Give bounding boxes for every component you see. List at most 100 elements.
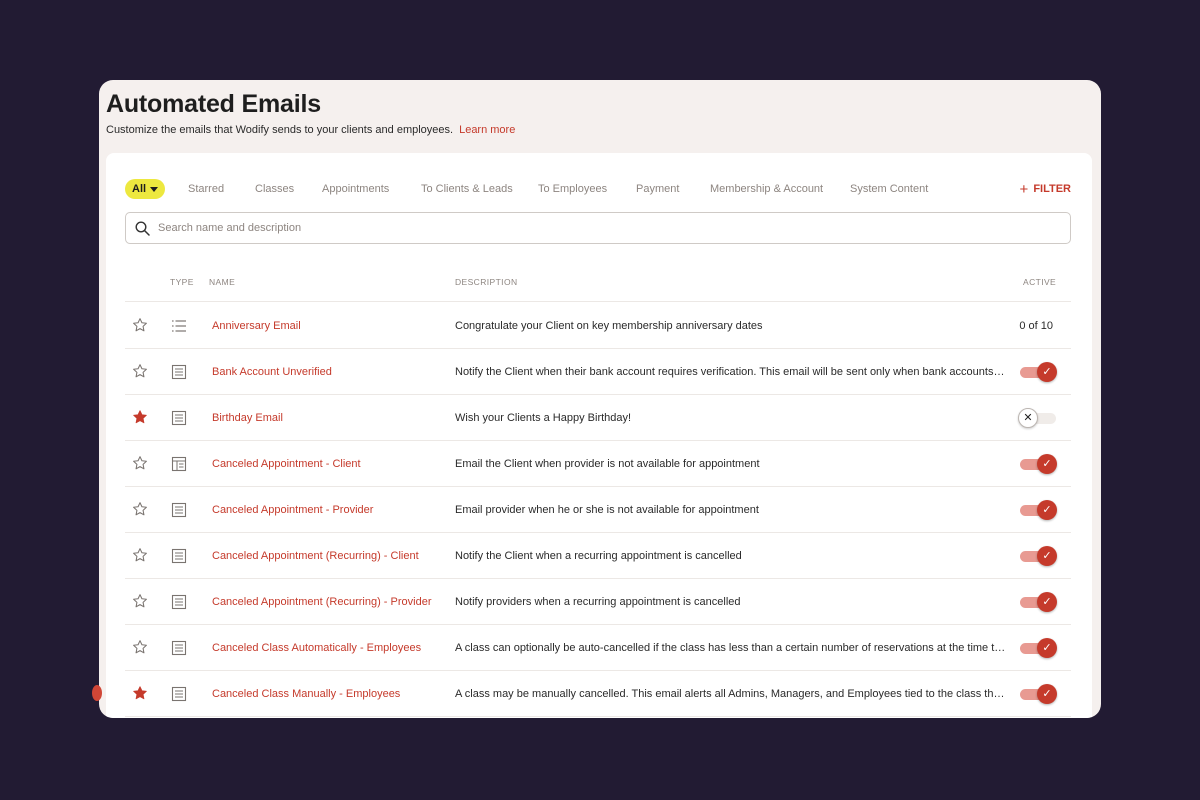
active-toggle[interactable]: ✓ xyxy=(1018,454,1058,474)
document-icon xyxy=(171,502,187,523)
toggle-knob: ✓ xyxy=(1037,684,1057,704)
active-toggle[interactable]: ✓ xyxy=(1018,362,1058,382)
header-name[interactable]: NAME xyxy=(209,277,235,287)
tab-all-label: All xyxy=(132,183,147,195)
active-count: 0 of 10 xyxy=(1019,320,1053,332)
active-toggle[interactable]: ✓ xyxy=(1018,592,1058,612)
email-description: A class may be manually cancelled. This … xyxy=(455,688,1007,700)
star-filled-icon[interactable] xyxy=(132,685,148,706)
caret-down-icon xyxy=(150,186,159,192)
email-description: A class can optionally be auto-cancelled… xyxy=(455,642,1007,654)
check-icon: ✓ xyxy=(1042,365,1052,378)
check-icon: ✓ xyxy=(1042,503,1052,516)
email-name-link[interactable]: Anniversary Email xyxy=(212,320,301,332)
tab-to-clients-leads[interactable]: To Clients & Leads xyxy=(421,183,513,195)
email-description: Notify providers when a recurring appoin… xyxy=(455,596,741,608)
edge-indicator xyxy=(92,685,102,701)
toggle-knob: ✓ xyxy=(1037,592,1057,612)
emails-card: All Starred Classes Appointments To Clie… xyxy=(106,153,1092,718)
email-name-link[interactable]: Canceled Appointment (Recurring) - Provi… xyxy=(212,596,432,608)
document-icon xyxy=(171,640,187,661)
check-icon: ✓ xyxy=(1042,641,1052,654)
table-row[interactable]: Anniversary Email Congratulate your Clien… xyxy=(125,303,1071,349)
star-outline-icon[interactable] xyxy=(132,547,148,568)
star-outline-icon[interactable] xyxy=(132,639,148,660)
active-toggle[interactable]: ✓ xyxy=(1018,546,1058,566)
toggle-knob: ✓ xyxy=(1037,638,1057,658)
document-icon xyxy=(171,364,187,385)
tab-membership-account[interactable]: Membership & Account xyxy=(710,183,823,195)
email-name-link[interactable]: Canceled Class Automatically - Employees xyxy=(212,642,421,654)
check-icon: ✓ xyxy=(1042,687,1052,700)
active-toggle[interactable]: ✓ xyxy=(1018,500,1058,520)
table-row[interactable]: Canceled Appointment - Provider Email pro… xyxy=(125,487,1071,533)
search-box xyxy=(125,212,1071,244)
table-row[interactable]: Canceled Appointment (Recurring) - Provi… xyxy=(125,579,1071,625)
list-icon xyxy=(171,318,187,339)
tab-classes[interactable]: Classes xyxy=(255,183,294,195)
close-icon: ✕ xyxy=(1023,411,1033,424)
header-type: TYPE xyxy=(170,277,194,287)
filter-label: FILTER xyxy=(1033,183,1071,195)
table-row[interactable]: Canceled Appointment (Recurring) - Clien… xyxy=(125,533,1071,579)
tab-all[interactable]: All xyxy=(125,179,166,199)
document-icon xyxy=(171,686,187,707)
search-input[interactable] xyxy=(158,219,1038,237)
tab-appointments[interactable]: Appointments xyxy=(322,183,389,195)
table-row[interactable]: Canceled Class Manually - Employees A cla… xyxy=(125,671,1071,717)
active-toggle[interactable]: ✓ xyxy=(1018,638,1058,658)
email-description: Email provider when he or she is not ava… xyxy=(455,504,759,516)
email-description: Notify the Client when a recurring appoi… xyxy=(455,550,742,562)
star-outline-icon[interactable] xyxy=(132,317,148,338)
check-icon: ✓ xyxy=(1042,549,1052,562)
header-active: ACTIVE xyxy=(1023,277,1057,287)
star-outline-icon[interactable] xyxy=(132,593,148,614)
toggle-knob: ✕ xyxy=(1018,408,1038,428)
active-toggle[interactable]: ✓ xyxy=(1018,684,1058,704)
toggle-knob: ✓ xyxy=(1037,454,1057,474)
toggle-knob: ✓ xyxy=(1037,500,1057,520)
table-header: TYPE NAME DESCRIPTION ACTIVE xyxy=(125,271,1071,302)
email-name-link[interactable]: Canceled Appointment (Recurring) - Clien… xyxy=(212,550,419,562)
document-icon xyxy=(171,594,187,615)
email-name-link[interactable]: Canceled Appointment - Provider xyxy=(212,504,373,516)
toggle-knob: ✓ xyxy=(1037,546,1057,566)
tab-payment[interactable]: Payment xyxy=(636,183,679,195)
learn-more-link[interactable]: Learn more xyxy=(459,124,515,136)
email-description: Wish your Clients a Happy Birthday! xyxy=(455,412,632,424)
plus-icon: + xyxy=(1019,180,1029,198)
document-icon xyxy=(171,410,187,431)
tab-to-employees[interactable]: To Employees xyxy=(538,183,607,195)
layout-icon xyxy=(171,456,187,477)
category-tabs: All Starred Classes Appointments To Clie… xyxy=(125,179,1071,201)
header-description: DESCRIPTION xyxy=(455,277,518,287)
email-name-link[interactable]: Canceled Class Manually - Employees xyxy=(212,688,400,700)
star-outline-icon[interactable] xyxy=(132,501,148,522)
active-toggle[interactable]: ✕ xyxy=(1018,408,1058,428)
search-icon xyxy=(135,221,150,236)
filter-button[interactable]: + FILTER xyxy=(1019,180,1071,198)
tab-starred[interactable]: Starred xyxy=(188,183,224,195)
star-outline-icon[interactable] xyxy=(132,455,148,476)
table-row[interactable]: Canceled Appointment - Client Email the C… xyxy=(125,441,1071,487)
document-icon xyxy=(171,548,187,569)
toggle-knob: ✓ xyxy=(1037,362,1057,382)
page-title: Automated Emails xyxy=(106,90,321,118)
star-filled-icon[interactable] xyxy=(132,409,148,430)
check-icon: ✓ xyxy=(1042,595,1052,608)
table-row[interactable]: Birthday Email Wish your Clients a Happy … xyxy=(125,395,1071,441)
email-description: Notify the Client when their bank accoun… xyxy=(455,366,1007,378)
tab-system-content[interactable]: System Content xyxy=(850,183,928,195)
email-name-link[interactable]: Bank Account Unverified xyxy=(212,366,332,378)
table-row[interactable]: Canceled Class Automatically - Employees… xyxy=(125,625,1071,671)
email-name-link[interactable]: Canceled Appointment - Client xyxy=(212,458,361,470)
subtitle-text: Customize the emails that Wodify sends t… xyxy=(106,124,454,136)
email-description: Congratulate your Client on key membersh… xyxy=(455,320,763,332)
page-subtitle: Customize the emails that Wodify sends t… xyxy=(106,124,515,136)
table-row[interactable]: Bank Account Unverified Notify the Client… xyxy=(125,349,1071,395)
email-name-link[interactable]: Birthday Email xyxy=(212,412,283,424)
app-window: Automated Emails Customize the emails th… xyxy=(99,80,1101,718)
check-icon: ✓ xyxy=(1042,457,1052,470)
email-description: Email the Client when provider is not av… xyxy=(455,458,760,470)
star-outline-icon[interactable] xyxy=(132,363,148,384)
